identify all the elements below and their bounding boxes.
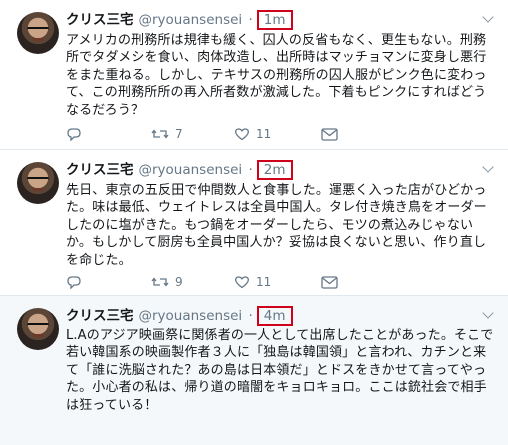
tweet-header: クリス三宅 @ryouansensei · 2m — [66, 160, 293, 180]
tweet-3[interactable]: クリス三宅 @ryouansensei · 4m L.Aのアジア映画祭に関係者の一人… — [0, 296, 508, 445]
like-count: 11 — [256, 127, 272, 141]
tweet-header: クリス三宅 @ryouansensei · 1m — [66, 10, 293, 30]
tweet-actions: 9 11 — [66, 273, 486, 291]
tweet-text: L.Aのアジア映画祭に関係者の一人として出席したことがあった。そこで若い韓国系の… — [66, 328, 494, 413]
retweet-button[interactable]: 7 — [151, 125, 183, 143]
display-name[interactable]: クリス三宅 — [66, 12, 134, 28]
avatar[interactable] — [17, 308, 59, 350]
avatar[interactable] — [17, 162, 59, 204]
reply-button[interactable] — [66, 125, 82, 143]
user-handle[interactable]: @ryouansensei — [139, 308, 243, 324]
avatar[interactable] — [17, 12, 59, 54]
display-name[interactable]: クリス三宅 — [66, 162, 134, 178]
retweet-icon — [151, 129, 169, 139]
separator: · — [248, 308, 253, 324]
timestamp[interactable]: 4m — [256, 306, 293, 326]
tweet-text: 先日、東京の五反田で仲間数人と食事した。運悪く入った店がひどかった。味は最低、ウ… — [66, 183, 487, 268]
retweet-icon — [151, 277, 169, 287]
reply-icon — [67, 276, 81, 289]
user-handle[interactable]: @ryouansensei — [139, 162, 243, 178]
like-button[interactable]: 11 — [234, 273, 271, 291]
separator: · — [248, 162, 253, 178]
dm-button[interactable] — [321, 125, 338, 143]
tweet-1[interactable]: クリス三宅 @ryouansensei · 1m アメリカの刑務所は規律も緩く、囚人… — [0, 0, 508, 150]
retweet-button[interactable]: 9 — [151, 273, 183, 291]
dm-button[interactable] — [321, 273, 338, 291]
heart-icon — [234, 276, 250, 289]
envelope-icon — [321, 127, 338, 141]
tweet-text: アメリカの刑務所は規律も緩く、囚人の反省もなく、更生もない。刑務所でタダメシを食… — [66, 33, 487, 118]
tweet-2[interactable]: クリス三宅 @ryouansensei · 2m 先日、東京の五反田で仲間数人と食事… — [0, 150, 508, 296]
heart-icon — [234, 128, 250, 141]
chevron-down-icon[interactable] — [482, 307, 494, 319]
reply-icon — [67, 128, 81, 141]
retweet-count: 9 — [175, 275, 183, 289]
reply-button[interactable] — [66, 273, 82, 291]
like-button[interactable]: 11 — [234, 125, 271, 143]
display-name[interactable]: クリス三宅 — [66, 308, 134, 324]
envelope-icon — [321, 275, 338, 289]
chevron-down-icon[interactable] — [482, 11, 494, 23]
timestamp[interactable]: 2m — [256, 160, 293, 180]
timestamp[interactable]: 1m — [256, 10, 293, 30]
user-handle[interactable]: @ryouansensei — [139, 12, 243, 28]
tweet-header: クリス三宅 @ryouansensei · 4m — [66, 306, 293, 326]
like-count: 11 — [256, 275, 272, 289]
separator: · — [248, 12, 253, 28]
retweet-count: 7 — [175, 127, 183, 141]
tweet-actions: 7 11 — [66, 125, 486, 143]
chevron-down-icon[interactable] — [482, 161, 494, 173]
